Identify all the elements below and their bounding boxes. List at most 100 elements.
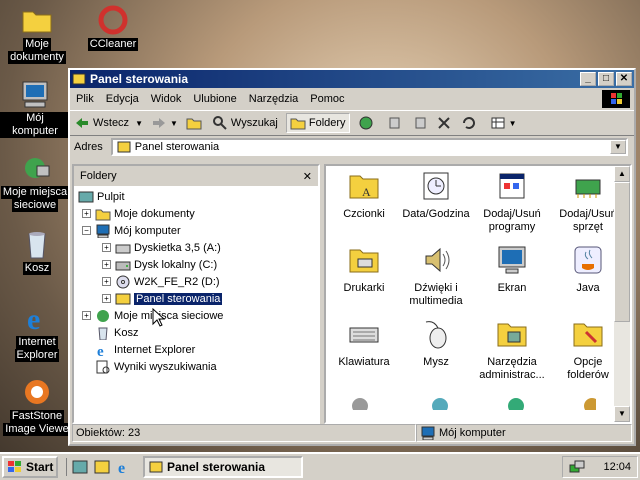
folders-pane-close-button[interactable]: ✕ [303,170,312,183]
forward-dropdown-icon[interactable]: ▼ [170,119,178,128]
menu-edit[interactable]: Edycja [106,93,139,105]
cp-item-sounds-multimedia[interactable]: Dźwięki i multimedia [398,244,474,308]
folder-icon [95,209,111,220]
cd-drive-icon [116,275,130,288]
cp-item-add-remove-programs[interactable]: Dodaj/Usuń programy [474,170,550,234]
address-dropdown-button[interactable]: ▼ [610,140,626,154]
desktop-icon-faststone[interactable]: FastStone Image Viewe [2,376,72,436]
desktop-icon-label: dokumenty [8,51,66,64]
history-icon[interactable] [358,115,374,131]
tree-expand-icon[interactable]: + [102,243,111,252]
status-location: Mój komputer [416,424,632,442]
tree-expand-icon[interactable]: + [82,311,91,320]
cp-item-label: Dodaj/Usuń [483,208,541,220]
maximize-button[interactable]: □ [598,72,614,86]
views-icon[interactable] [490,115,506,131]
windows-logo [602,90,630,108]
cp-item-fonts[interactable]: A Czcionki [326,170,402,221]
tree-item-my-computer[interactable]: − Mój komputer [78,222,314,239]
tree-item-floppy[interactable]: + Dyskietka 3,5 (A:) [78,239,314,256]
tree-item-my-documents[interactable]: + Moje dokumenty [78,205,314,222]
network-tray-icon[interactable] [569,459,585,475]
quick-launch-ie-icon[interactable]: e [115,458,133,476]
status-object-count: Obiektów: 23 [72,424,416,442]
speaker-icon [425,247,450,273]
minimize-button[interactable]: _ [580,72,596,86]
desktop-icon-network-places[interactable]: Moje miejsca sieciowe [0,152,70,212]
window-titlebar[interactable]: Panel sterowania _ □ ✕ [70,70,634,88]
cp-item-display[interactable]: Ekran [474,244,550,295]
forward-button[interactable]: ▼ [151,115,178,131]
scroll-down-button[interactable]: ▼ [614,406,630,422]
tree-item-network-places[interactable]: + Moje miejsca sieciowe [78,307,314,324]
ccleaner-icon [98,5,128,35]
up-folder-icon[interactable] [186,115,202,131]
folder-options-icon [573,323,603,347]
svg-text:A: A [362,185,371,199]
cp-item-label: Drukarki [343,282,385,294]
move-to-icon[interactable] [388,115,404,131]
tree-expand-icon[interactable]: + [82,209,91,218]
cp-item-admin-tools[interactable]: Narzędzia administrac... [474,318,550,382]
close-button[interactable]: ✕ [616,72,632,86]
tree-item-search-results[interactable]: Wyniki wyszukiwania [78,358,314,375]
back-dropdown-icon[interactable]: ▼ [135,119,143,128]
tree-item-label: Internet Explorer [114,343,196,356]
tree-item-desktop[interactable]: Pulpit [78,188,314,205]
address-input[interactable]: Panel sterowania ▼ [110,138,628,156]
vertical-scrollbar[interactable]: ▲ ▼ [614,166,630,422]
desktop-icon-my-documents[interactable]: Moje dokumenty [2,4,72,64]
desktop-icon-internet-explorer[interactable]: e Internet Explorer [2,302,72,362]
start-button[interactable]: Start [2,456,58,478]
tree-item-control-panel[interactable]: + Panel sterowania [78,290,314,307]
windows-flag-icon [8,461,21,472]
tree-collapse-icon[interactable]: − [82,226,91,235]
scroll-thumb[interactable] [614,182,630,322]
clock[interactable]: 12:04 [603,461,631,473]
taskbar-button-label: Panel sterowania [167,460,266,474]
folders-button[interactable]: Foldery [285,113,350,133]
desktop-icon-recycle-bin[interactable]: Kosz [2,228,72,275]
faststone-icon [25,380,49,404]
desktop-icon-ccleaner[interactable]: CCleaner [78,4,148,51]
control-panel-icon [115,293,131,304]
tree-expand-icon[interactable]: + [102,294,111,303]
menu-favorites[interactable]: Ulubione [193,93,236,105]
scroll-up-button[interactable]: ▲ [614,166,630,182]
add-remove-hardware-icon [575,179,601,198]
tree-item-label: Dyskietka 3,5 (A:) [134,241,221,254]
quick-launch-desktop-icon[interactable] [71,458,89,476]
views-dropdown-icon[interactable]: ▼ [509,119,517,128]
cp-item-mouse[interactable]: Mysz [398,318,474,369]
back-button[interactable]: Wstecz ▼ [74,115,143,131]
tree-expand-icon[interactable]: + [102,277,111,286]
menu-view[interactable]: Widok [151,93,182,105]
search-button[interactable]: Wyszukaj [212,115,278,131]
cp-item-label: administrac... [479,369,545,381]
tree-item-local-disk-c[interactable]: + Dysk lokalny (C:) [78,256,314,273]
tree-item-cd-drive-d[interactable]: + W2K_FE_R2 (D:) [78,273,314,290]
undo-icon[interactable] [460,115,476,131]
start-label: Start [26,460,54,474]
java-icon [574,246,602,274]
recycle-bin-icon [98,327,108,340]
desktop-icon-label: FastStone [9,410,65,423]
tree-expand-icon[interactable]: + [102,260,111,269]
quick-launch-explorer-icon[interactable] [93,458,111,476]
delete-icon[interactable] [436,115,452,131]
cp-item-label: Opcje [573,356,603,368]
desktop-icon-my-computer[interactable]: Mój komputer [0,78,70,138]
cp-item-printers[interactable]: Drukarki [326,244,402,295]
menu-tools[interactable]: Narzędzia [249,93,299,105]
copy-to-icon[interactable] [412,115,428,131]
menu-help[interactable]: Pomoc [310,93,344,105]
cp-item-keyboard[interactable]: Klawiatura [326,318,402,369]
desktop-icon-label: sieciowe [11,199,59,212]
tree-item-recycle-bin[interactable]: Kosz [78,324,314,341]
desktop-icon-label: Explorer [14,349,60,362]
menu-file[interactable]: Plik [76,93,94,105]
taskbar-button-control-panel[interactable]: Panel sterowania [143,456,303,478]
tree-item-internet-explorer[interactable]: e Internet Explorer [78,341,314,358]
cp-item-date-time[interactable]: Data/Godzina [398,170,474,221]
tree-item-label: Moje miejsca sieciowe [114,309,224,322]
